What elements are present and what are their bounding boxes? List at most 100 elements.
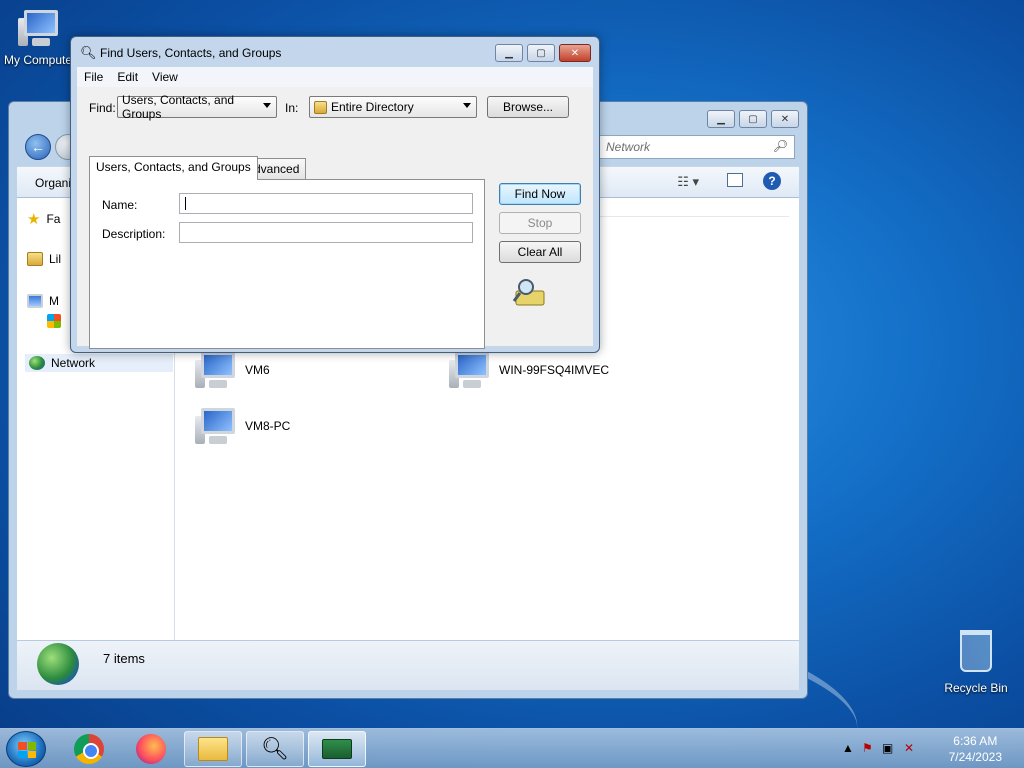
nav-item-drive[interactable] (47, 314, 61, 328)
find-type-dropdown[interactable]: Users, Contacts, and Groups (117, 93, 277, 121)
desktop-icon-label: Recycle Bin (944, 681, 1008, 695)
taskbar-file-explorer[interactable] (184, 731, 242, 767)
windows-logo-icon (18, 742, 36, 758)
network-card-icon (322, 739, 352, 759)
dialog-window-controls: ▁ ▢ ✕ (495, 44, 591, 62)
chrome-icon (74, 734, 104, 764)
computer-icon (27, 294, 43, 308)
browse-button[interactable]: Browse... (487, 96, 569, 118)
taskbar-find-users[interactable]: 🔍︎ (246, 731, 304, 767)
preview-pane-icon[interactable] (727, 173, 743, 187)
network-status-icon[interactable]: ▣ (882, 741, 893, 755)
dialog-title: Find Users, Contacts, and Groups (100, 46, 282, 60)
menu-view[interactable]: View (145, 70, 185, 84)
desktop-icon-recycle-bin[interactable]: Recycle Bin (940, 630, 1012, 695)
nav-item-label: Fa (46, 212, 61, 226)
change-view-icon[interactable]: ☷ ▾ (677, 174, 699, 190)
menu-bar: File Edit View (77, 67, 593, 87)
clock-time: 6:36 AM (953, 734, 998, 748)
taskbar-firefox[interactable] (122, 731, 180, 767)
arrow-left-icon: ← (31, 139, 45, 155)
status-bar: 7 items (17, 640, 799, 690)
explorer-window-controls: ▁ ▢ ✕ (707, 110, 799, 128)
clock-date: 7/24/2023 (948, 750, 1002, 764)
description-label: Description: (102, 227, 166, 241)
file-explorer-icon (198, 737, 228, 761)
minimize-button[interactable]: ▁ (707, 110, 735, 128)
action-center-flag-icon[interactable]: ⚑ (862, 741, 873, 755)
name-label: Name: (102, 198, 138, 212)
find-label: Find: (89, 101, 116, 115)
description-field[interactable] (179, 222, 473, 243)
nav-item-label: Network (51, 356, 96, 370)
volume-muted-icon[interactable]: ✕ (904, 741, 914, 755)
menu-file[interactable]: File (77, 70, 110, 84)
star-icon: ★ (27, 211, 41, 228)
start-button[interactable] (6, 731, 46, 767)
dialog-titlebar[interactable]: 🔍︎ Find Users, Contacts, and Groups ▁ ▢ … (71, 37, 599, 67)
recycle-bin-icon (960, 630, 992, 672)
search-icon[interactable]: 🔎︎ (773, 139, 788, 153)
directory-icon (314, 100, 327, 114)
network-node[interactable]: VM6 (195, 350, 270, 390)
search-placeholder: Network (606, 140, 651, 154)
firefox-icon (136, 734, 166, 764)
system-tray: ▲ ⚑ ▣ ✕ 6:36 AM 7/24/2023 (834, 729, 1024, 768)
tab-panel: Name: Description: (89, 179, 485, 349)
windows-drive-icon (47, 314, 61, 328)
find-users-icon: 🔍︎ (261, 736, 289, 761)
help-icon[interactable]: ? (763, 172, 781, 190)
computer-icon (18, 8, 62, 48)
nav-item-network[interactable]: Network (25, 354, 173, 372)
node-label: VM8-PC (245, 419, 291, 433)
node-label: VM6 (245, 363, 270, 377)
chevron-down-icon (263, 103, 271, 108)
find-now-button[interactable]: Find Now (499, 183, 581, 205)
in-location-value: Entire Directory (331, 100, 414, 114)
status-item-count: 7 items (103, 651, 145, 666)
taskbar: 🔍︎ ▲ ⚑ ▣ ✕ 6:36 AM 7/24/2023 (0, 728, 1024, 768)
computer-icon (195, 406, 239, 446)
clock[interactable]: 6:36 AM 7/24/2023 (949, 733, 1002, 765)
nav-item-computer[interactable]: M (27, 294, 59, 308)
taskbar-chrome[interactable] (60, 731, 118, 767)
stop-button[interactable]: Stop (499, 212, 581, 234)
close-button[interactable]: ✕ (559, 44, 591, 62)
search-animation-icon (512, 279, 545, 306)
desktop-icon-label: My Computer (3, 53, 77, 67)
desktop-icon-my-computer[interactable]: My Computer (0, 8, 80, 67)
back-button[interactable]: ← (25, 134, 51, 160)
maximize-button[interactable]: ▢ (739, 110, 767, 128)
maximize-button[interactable]: ▢ (527, 44, 555, 62)
network-node[interactable]: VM8-PC (195, 406, 290, 446)
close-button[interactable]: ✕ (771, 110, 799, 128)
organize-button[interactable]: Organi (35, 176, 71, 190)
in-label: In: (285, 101, 299, 115)
libraries-icon (27, 252, 43, 266)
minimize-button[interactable]: ▁ (495, 44, 523, 62)
nav-item-favorites[interactable]: ★ Fa (27, 210, 60, 228)
network-icon (29, 356, 45, 370)
menu-edit[interactable]: Edit (110, 70, 145, 84)
computer-icon (195, 350, 239, 390)
nav-item-label: Lil (49, 252, 62, 266)
show-hidden-icons-button[interactable]: ▲ (842, 741, 854, 755)
text-caret (185, 197, 186, 211)
find-type-value: Users, Contacts, and Groups (122, 93, 235, 121)
taskbar-network-app[interactable] (308, 731, 366, 767)
clear-all-button[interactable]: Clear All (499, 241, 581, 263)
network-node[interactable]: WIN-99FSQ4IMVEC (449, 350, 609, 390)
computer-icon (449, 350, 493, 390)
nav-item-libraries[interactable]: Lil (27, 252, 61, 266)
dialog-body: Find: Users, Contacts, and Groups In: En… (77, 87, 593, 349)
chevron-down-icon (463, 103, 471, 108)
in-location-dropdown[interactable]: Entire Directory (309, 96, 477, 118)
find-users-icon: 🔍︎ (80, 45, 97, 60)
node-label: WIN-99FSQ4IMVEC (499, 363, 610, 377)
tab-users-contacts-groups[interactable]: Users, Contacts, and Groups (89, 156, 258, 180)
name-field[interactable] (179, 193, 473, 214)
search-input[interactable]: Network 🔎︎ (599, 135, 795, 159)
network-globe-icon (37, 643, 79, 685)
find-users-dialog[interactable]: 🔍︎ Find Users, Contacts, and Groups ▁ ▢ … (70, 36, 600, 353)
nav-item-label: M (49, 294, 59, 308)
